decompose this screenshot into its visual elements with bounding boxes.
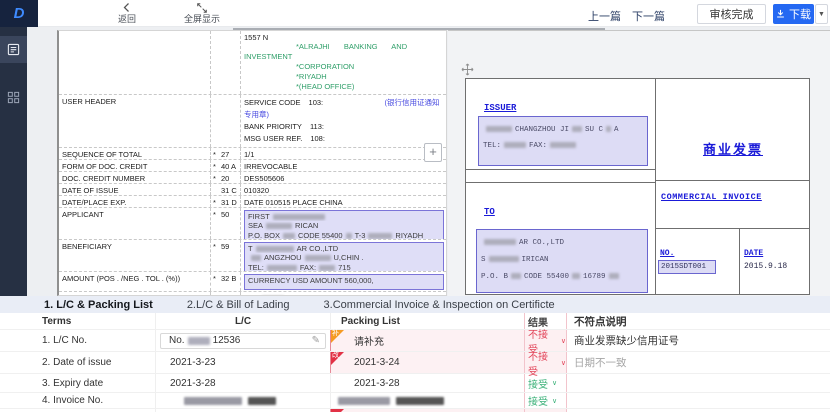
- result-select[interactable]: 接受∨: [524, 374, 567, 392]
- table-row: 2. Date of issue 2021-3-23 改 2021-3-24 不…: [0, 352, 830, 374]
- swift-row: FORM OF DOC. CREDIT *40 A IRREVOCABLE: [59, 160, 446, 172]
- fullscreen-button[interactable]: 全屏显示: [176, 2, 228, 24]
- header-lc: L/C: [155, 313, 330, 329]
- chevron-down-icon: ∨: [561, 359, 566, 367]
- advising-bank-line: *ALRAJHI BANKING AND: [244, 42, 444, 52]
- invoice-no-highlight-box[interactable]: 2015SDT001: [658, 260, 716, 274]
- discrepancy-note: 日期不一致: [567, 352, 830, 373]
- swift-row-beneficiary: BENEFICIARY *59 TAR CO.,LTD ANGZHOUU,CHI…: [59, 240, 446, 272]
- caret-down-icon: ▼: [818, 11, 825, 18]
- table-row: 3. Expiry date 2021-3-28 2021-3-28 接受∨: [0, 374, 830, 393]
- advising-bank-line: *CORPORATION: [244, 62, 444, 72]
- download-label: 下载: [789, 6, 811, 22]
- swift-row-receiver: 1557 N *ALRAJHI BANKING AND INVESTMENT *…: [59, 31, 446, 95]
- move-handle-icon[interactable]: [461, 63, 474, 76]
- lc-document-panel: 1557 N *ALRAJHI BANKING AND INVESTMENT *…: [57, 30, 447, 296]
- download-more-button[interactable]: ▼: [815, 4, 828, 24]
- sidebar-item-document[interactable]: [0, 36, 27, 63]
- discrepancy-note: 商业发票缺少信用证号: [567, 330, 830, 351]
- invoice-title-cn: 商业发票: [703, 139, 763, 158]
- left-sidebar: [0, 27, 27, 296]
- discrepancy-note: [567, 393, 830, 408]
- swift-top-line: 1557 N: [244, 33, 444, 42]
- next-doc-link[interactable]: 下一篇: [632, 8, 665, 24]
- back-label: 返回: [118, 14, 136, 24]
- swift-row-amount: AMOUNT (POS . /NEG . TOL . (%)) *32 B CU…: [59, 272, 446, 292]
- app-root: D 返回 全屏显示 上一篇 下一篇 审核完成 下载 ▼: [0, 0, 830, 412]
- back-button[interactable]: 返回: [108, 2, 146, 24]
- download-icon: [776, 9, 785, 19]
- document-form-icon: [7, 43, 20, 56]
- result-select[interactable]: 不接受∨: [524, 352, 567, 373]
- discrepancy-note: [567, 374, 830, 392]
- header-terms: Terms: [0, 313, 155, 329]
- swift-row-user-header: USER HEADER SERVICE CODE103:(银行信用证通知专用章)…: [59, 95, 446, 148]
- compare-tabs: 1. L/C & Packing List 2.L/C & Bill of La…: [0, 296, 830, 313]
- fullscreen-label: 全屏显示: [184, 14, 220, 24]
- top-bar: D 返回 全屏显示 上一篇 下一篇 审核完成 下载 ▼: [0, 0, 830, 27]
- result-select[interactable]: 接受∨: [524, 393, 567, 408]
- table-row: 1. L/C No. No.12536 ✎ 补 请补充 不接受∨ 商业发票缺少信…: [0, 330, 830, 352]
- header-packing-list: Packing List: [330, 313, 524, 329]
- swift-row: DATE OF ISSUE 31 C 010320: [59, 184, 446, 196]
- issuer-label: ISSUER: [484, 103, 516, 113]
- horizontal-scrollbar[interactable]: [233, 28, 605, 30]
- table-header-row: Terms L/C Packing List 结果 不符点说明: [0, 313, 830, 330]
- invoice-date-value: 2015.9.18: [744, 262, 787, 271]
- chevron-left-icon: [108, 2, 146, 14]
- app-logo: D: [0, 0, 38, 27]
- review-complete-button[interactable]: 审核完成: [697, 4, 766, 24]
- applicant-highlight-box[interactable]: FIRST SEARICAN P.O. BOXCODE 55400T-3RIYA…: [244, 210, 444, 239]
- issuer-highlight-box[interactable]: CHANGZHOU JISU CA TEL:FAX:: [478, 116, 648, 166]
- invoice-title-en: COMMERCIAL INVOICE: [661, 192, 762, 202]
- grid-squares-icon: [7, 91, 20, 104]
- buyer-highlight-box[interactable]: AR CO.,LTD SIRICAN P.O. BCODE 5540016789: [476, 229, 648, 293]
- beneficiary-highlight-box[interactable]: TAR CO.,LTD ANGZHOUU,CHIN . TEL:FAX:715: [244, 242, 444, 271]
- advising-bank-line: *(HEAD OFFICE): [244, 82, 444, 92]
- field-label: USER HEADER: [59, 95, 211, 147]
- compare-panel: 1. L/C & Packing List 2.L/C & Bill of La…: [0, 296, 830, 412]
- invoice-date-label: DATE: [744, 249, 763, 258]
- prev-doc-link[interactable]: 上一篇: [588, 8, 621, 24]
- zoom-in-button[interactable]: +: [424, 143, 442, 162]
- table-row: 4. Invoice No. 接受∨: [0, 393, 830, 409]
- chevron-down-icon: ∨: [552, 397, 557, 405]
- tab-lc-bill-of-lading[interactable]: 2.L/C & Bill of Lading: [187, 299, 290, 311]
- tab-lc-packing-list[interactable]: 1. L/C & Packing List: [44, 299, 153, 311]
- chevron-down-icon: ∨: [561, 337, 566, 345]
- advising-bank-line: *RIYADH: [244, 72, 444, 82]
- swift-row: SEQUENCE OF TOTAL *27 1/1: [59, 148, 446, 160]
- amount-highlight-box[interactable]: CURRENCY USD AMOUNT 560,000,: [244, 274, 444, 290]
- chevron-down-icon: ∨: [552, 379, 557, 387]
- commercial-invoice-page: ISSUER CHANGZHOU JISU CA TEL:FAX: TO AR …: [465, 78, 810, 295]
- swift-row-applicant: APPLICANT *50 FIRST SEARICAN P.O. BOXCOD…: [59, 208, 446, 240]
- to-label: TO: [484, 207, 495, 217]
- advising-bank-line: INVESTMENT: [244, 52, 444, 62]
- fullscreen-icon: [176, 2, 228, 14]
- edit-pencil-icon[interactable]: ✎: [312, 335, 320, 346]
- header-note: 不符点说明: [567, 313, 830, 329]
- download-button[interactable]: 下载: [773, 4, 814, 24]
- tab-invoice-inspection[interactable]: 3.Commercial Invoice & Inspection on Cer…: [324, 299, 555, 311]
- invoice-no-label: NO.: [660, 249, 674, 258]
- lc-no-input[interactable]: No.12536 ✎: [160, 333, 326, 349]
- swift-row: DATE/PLACE EXP. *31 D DATE 010515 PLACE …: [59, 196, 446, 208]
- swift-row: DOC. CREDIT NUMBER *20 DES505606: [59, 172, 446, 184]
- sidebar-item-grid[interactable]: [0, 84, 27, 111]
- logo-d-icon: D: [14, 5, 25, 22]
- service-code-label: SERVICE CODE: [244, 98, 301, 107]
